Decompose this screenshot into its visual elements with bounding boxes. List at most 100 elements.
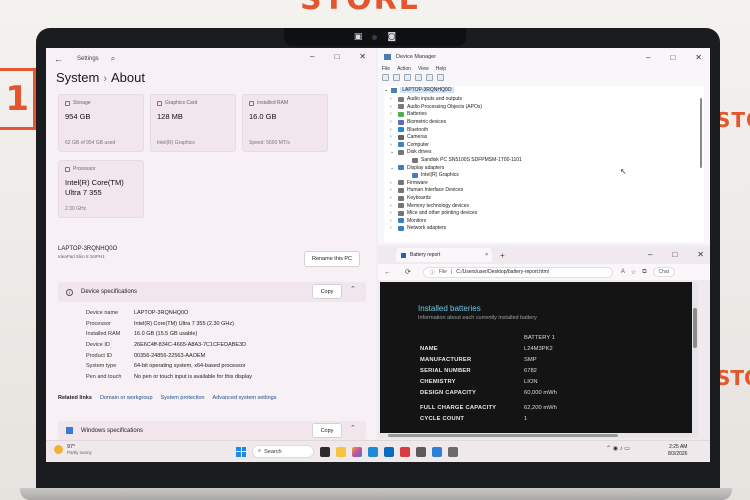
expand-arrow-icon[interactable]: ⌄ (390, 149, 395, 155)
device-category[interactable]: › Bluetooth (390, 126, 428, 134)
domain-workgroup-link[interactable]: Domain or workgroup (100, 395, 153, 401)
store-icon[interactable] (384, 446, 394, 457)
start-button[interactable] (236, 446, 246, 457)
device-category[interactable]: › Computer (390, 141, 429, 149)
chevron-up-icon[interactable]: ⌃ (350, 285, 356, 293)
advanced-settings-link[interactable]: Advanced system settings (213, 395, 277, 401)
expand-arrow-icon[interactable]: › (390, 134, 395, 140)
expand-arrow-icon[interactable]: › (390, 225, 395, 231)
close-icon[interactable]: ✕ (695, 53, 702, 62)
read-aloud-icon[interactable]: A (621, 269, 625, 275)
lenovo-app-icon[interactable] (400, 446, 410, 457)
expand-arrow-icon[interactable]: › (390, 119, 395, 125)
maximize-icon[interactable]: □ (672, 250, 677, 259)
device-tree-root[interactable]: ⌄ LAPTOP-3RQNHQ0O (384, 87, 454, 93)
weather-widget[interactable]: 97° Partly sunny (54, 444, 92, 455)
favorite-star-icon[interactable]: ☆ (631, 269, 636, 276)
expand-arrow-icon[interactable]: › (390, 96, 395, 102)
device-category[interactable]: Sandisk PC SN5100S SDFPMSM-1T00-1101 (404, 156, 522, 164)
processor-card[interactable]: Processor Intel(R) Core(TM) Ultra 7 355 … (58, 160, 144, 218)
device-tree[interactable]: ⌄ LAPTOP-3RQNHQ0O ↖ › Audio inputs and ou… (384, 86, 704, 242)
back-tool-icon[interactable] (382, 74, 389, 81)
storage-card[interactable]: Storage 954 GB 62 GB of 954 GB used (58, 94, 144, 152)
device-category[interactable]: › Mice and other pointing devices (390, 210, 477, 218)
tab-close-icon[interactable]: × (485, 252, 488, 258)
device-category[interactable]: › Batteries (390, 111, 427, 119)
device-category[interactable]: ⌄ Display adapters (390, 164, 444, 172)
tab-battery-report[interactable]: Battery report × (396, 248, 492, 262)
terminal-icon[interactable] (448, 446, 458, 457)
expand-arrow-icon[interactable]: › (390, 210, 395, 216)
search-icon[interactable]: ⌕ (111, 54, 115, 64)
monitor-tool-icon[interactable] (437, 74, 444, 81)
device-category[interactable]: › Biometric devices (390, 118, 446, 126)
expand-arrow-icon[interactable]: ⌄ (390, 165, 395, 171)
copilot-icon[interactable] (352, 446, 362, 457)
menu-file[interactable]: File (382, 66, 390, 72)
chevron-up-icon[interactable]: ⌃ (350, 424, 356, 432)
expand-arrow-icon[interactable]: › (390, 142, 395, 148)
device-category[interactable]: › Keyboards (390, 194, 431, 202)
expand-arrow-icon[interactable]: › (390, 195, 395, 201)
minimize-icon[interactable]: – (646, 53, 650, 62)
edge-icon[interactable] (368, 446, 378, 457)
breadcrumb-parent[interactable]: System (56, 70, 99, 85)
device-category[interactable]: › Audio inputs and outputs (390, 96, 462, 104)
expand-arrow-icon[interactable]: › (390, 180, 395, 186)
close-icon[interactable]: ✕ (697, 250, 704, 259)
expand-arrow-icon[interactable]: › (390, 104, 395, 110)
scrollbar-thumb[interactable] (388, 434, 618, 437)
device-category[interactable]: › Network adapters (390, 225, 446, 233)
taskbar-search[interactable]: ⌕ Search (252, 445, 314, 458)
minimize-icon[interactable]: – (310, 52, 314, 61)
file-explorer-icon[interactable] (336, 446, 346, 457)
back-arrow-icon[interactable]: ← (54, 54, 63, 64)
device-category[interactable]: › Memory technology devices (390, 202, 469, 210)
device-tree-scrollbar[interactable] (700, 98, 702, 168)
expand-arrow-icon[interactable]: › (390, 111, 395, 117)
close-icon[interactable]: ✕ (359, 52, 366, 61)
report-horizontal-scrollbar[interactable] (380, 433, 698, 438)
task-view-icon[interactable] (320, 446, 330, 457)
expand-arrow-icon[interactable]: › (390, 127, 395, 133)
system-protection-link[interactable]: System protection (161, 395, 205, 401)
device-category[interactable]: › Monitors (390, 217, 426, 225)
copy-device-specs-button[interactable]: Copy (312, 284, 342, 299)
device-category[interactable]: › Firmware (390, 179, 428, 187)
expand-arrow-icon[interactable]: › (390, 187, 395, 193)
copy-windows-specs-button[interactable]: Copy (312, 423, 342, 438)
expand-arrow-icon[interactable]: › (390, 218, 395, 224)
help-tool-icon[interactable] (415, 74, 422, 81)
back-refresh-icons[interactable]: ← ⟳ (384, 268, 417, 276)
address-bar[interactable]: ⓘ File | C:/Users/user/Desktop/battery-r… (422, 266, 613, 278)
graphics-card[interactable]: Graphics Card 128 MB Intel(R) Graphics (150, 94, 236, 152)
new-tab-button[interactable]: + (500, 251, 505, 260)
device-category[interactable]: › Cameras (390, 134, 427, 142)
scan-tool-icon[interactable] (426, 74, 433, 81)
maximize-icon[interactable]: □ (334, 52, 339, 61)
ram-card[interactable]: Installed RAM 16.0 GB Speed: 5600 MT/s (242, 94, 328, 152)
device-category[interactable]: › Human Interface Devices (390, 187, 463, 195)
menu-help[interactable]: Help (436, 66, 446, 72)
minimize-icon[interactable]: – (648, 250, 652, 259)
report-vertical-scrollbar[interactable] (692, 282, 698, 438)
rename-pc-button[interactable]: Rename this PC (304, 251, 360, 267)
device-category[interactable]: › Audio Processing Objects (APOs) (390, 103, 482, 111)
maximize-icon[interactable]: □ (670, 53, 675, 62)
device-category[interactable]: Intel(R) Graphics (404, 172, 459, 180)
taskbar-clock[interactable]: 2:25 AM 8/3/2026 (668, 444, 687, 458)
menu-action[interactable]: Action (397, 66, 411, 72)
expand-arrow-icon[interactable]: › (390, 203, 395, 209)
menu-view[interactable]: View (418, 66, 429, 72)
chevron-down-icon[interactable]: ⌄ (384, 87, 388, 93)
device-category[interactable]: ⌄ Disk drives (390, 149, 431, 157)
system-tray[interactable]: ⌃ ◉ ♪ ▭ (606, 445, 630, 452)
info-icon[interactable]: ⓘ (430, 269, 435, 276)
properties-tool-icon[interactable] (404, 74, 411, 81)
address-url[interactable]: C:/Users/user/Desktop/battery-report.htm… (456, 269, 549, 275)
extensions-icon[interactable]: ⧉ (642, 269, 646, 276)
scrollbar-thumb[interactable] (693, 308, 697, 348)
forward-tool-icon[interactable] (393, 74, 400, 81)
settings-gear-icon[interactable] (416, 446, 426, 457)
device-manager-task-icon[interactable] (432, 446, 442, 457)
